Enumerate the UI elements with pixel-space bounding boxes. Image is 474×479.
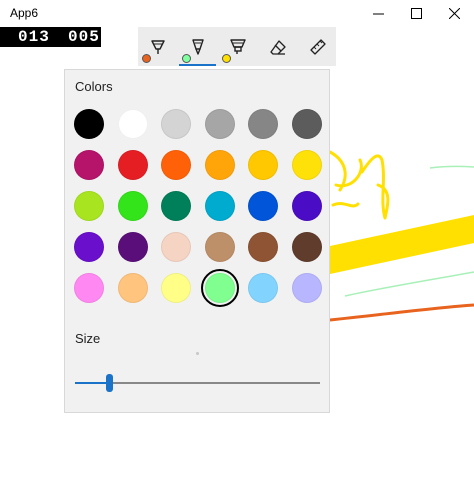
color-swatch[interactable] — [248, 191, 279, 221]
ballpoint-pen-tool[interactable] — [138, 27, 177, 66]
ink-stroke-green-middle — [344, 271, 474, 297]
color-swatch[interactable] — [291, 191, 322, 221]
color-swatch[interactable] — [117, 273, 148, 303]
color-swatch[interactable] — [117, 191, 148, 221]
color-swatch[interactable] — [248, 232, 279, 262]
color-swatch[interactable] — [248, 109, 279, 139]
highlighter-tool[interactable] — [218, 27, 257, 66]
color-swatch[interactable] — [200, 269, 239, 307]
pencil-tool[interactable] — [178, 27, 217, 66]
color-swatch[interactable] — [74, 273, 104, 303]
color-swatch[interactable] — [161, 109, 192, 139]
eraser-icon — [269, 39, 286, 55]
size-slider-fill — [75, 382, 110, 384]
color-swatch-grid — [74, 109, 324, 307]
color-swatch[interactable] — [74, 191, 104, 221]
ballpoint-pen-color-dot — [142, 54, 151, 63]
color-swatch[interactable] — [161, 273, 192, 303]
color-swatch[interactable] — [161, 150, 192, 180]
color-swatch[interactable] — [117, 232, 148, 262]
ink-stroke-orange — [329, 303, 474, 322]
colors-label: Colors — [75, 79, 113, 94]
pen-color-flyout: Colors Size — [64, 69, 330, 413]
color-swatch[interactable] — [161, 191, 192, 221]
color-swatch[interactable] — [161, 232, 192, 262]
color-swatch[interactable] — [74, 150, 104, 180]
size-slider-thumb[interactable] — [106, 374, 114, 392]
pencil-color-dot — [182, 54, 191, 63]
ink-stroke-green-top — [429, 165, 474, 169]
ruler-tool[interactable] — [298, 27, 337, 66]
ink-stroke-yellow-band — [330, 215, 474, 274]
color-swatch[interactable] — [291, 232, 322, 262]
color-swatch[interactable] — [117, 109, 148, 139]
color-swatch[interactable] — [204, 191, 235, 221]
size-label: Size — [75, 331, 101, 346]
color-swatch[interactable] — [291, 150, 322, 180]
color-swatch[interactable] — [248, 273, 279, 303]
ruler-icon — [309, 38, 326, 55]
color-swatch[interactable] — [204, 232, 235, 262]
ink-stroke-yellow-scribble — [328, 150, 390, 220]
color-swatch[interactable] — [291, 273, 322, 303]
ink-toolbar — [138, 27, 336, 66]
color-swatch[interactable] — [204, 150, 235, 180]
pencil-icon — [191, 38, 204, 55]
size-preview-dot — [196, 352, 199, 355]
color-swatch[interactable] — [74, 109, 104, 139]
color-swatch[interactable] — [291, 109, 322, 139]
color-swatch[interactable] — [248, 150, 279, 180]
ballpoint-pen-icon — [150, 39, 165, 54]
eraser-tool[interactable] — [258, 27, 297, 66]
highlighter-color-dot — [222, 54, 231, 63]
color-swatch[interactable] — [117, 150, 148, 180]
selected-tool-indicator — [179, 64, 216, 66]
highlighter-icon — [229, 38, 246, 54]
color-swatch[interactable] — [74, 232, 104, 262]
color-swatch[interactable] — [204, 109, 235, 139]
